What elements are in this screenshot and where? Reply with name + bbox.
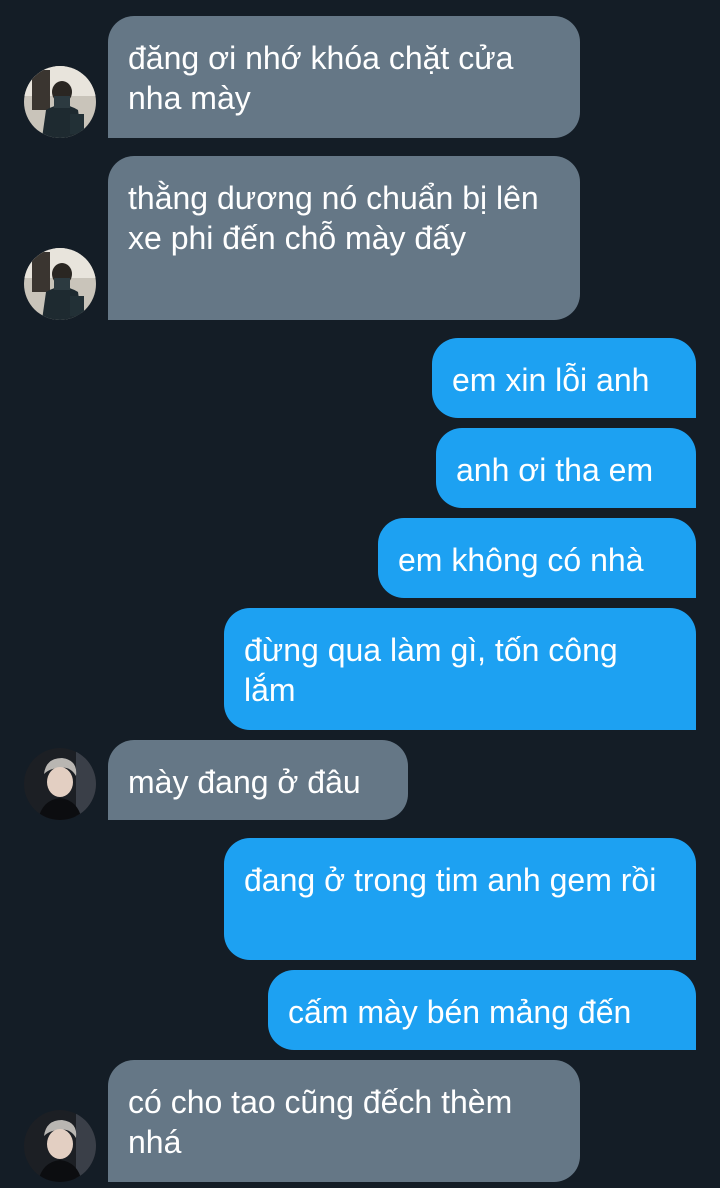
message-text: em không có nhà	[398, 542, 644, 578]
avatar-photo-a-icon	[24, 66, 96, 138]
message-text: thằng dương nó chuẩn bị lên xe phi đến c…	[128, 180, 539, 256]
incoming-message[interactable]: có cho tao cũng đếch thèm nhá	[108, 1060, 580, 1182]
outgoing-message[interactable]: cấm mày bén mảng đến	[268, 970, 696, 1050]
avatar-photo-b-icon	[24, 1110, 96, 1182]
message-text: mày đang ở đâu	[128, 764, 361, 800]
outgoing-message[interactable]: anh ơi tha em	[436, 428, 696, 508]
sender-avatar-b[interactable]	[24, 1110, 96, 1182]
incoming-message[interactable]: mày đang ở đâu	[108, 740, 408, 820]
message-text: đang ở trong tim anh gem rồi	[244, 862, 657, 898]
sender-avatar-a[interactable]	[24, 248, 96, 320]
outgoing-message[interactable]: em không có nhà	[378, 518, 696, 598]
message-text: đừng qua làm gì, tốn công lắm	[244, 632, 618, 708]
message-text: em xin lỗi anh	[452, 362, 650, 398]
message-text: đăng ơi nhớ khóa chặt cửa nha mày	[128, 40, 514, 116]
message-text: anh ơi tha em	[456, 452, 654, 488]
conversation-thread[interactable]: đăng ơi nhớ khóa chặt cửa nha mày thằng …	[0, 0, 720, 1188]
outgoing-message[interactable]: em xin lỗi anh	[432, 338, 696, 418]
incoming-message[interactable]: đăng ơi nhớ khóa chặt cửa nha mày	[108, 16, 580, 138]
outgoing-message[interactable]: đang ở trong tim anh gem rồi	[224, 838, 696, 960]
avatar-photo-a-icon	[24, 248, 96, 320]
outgoing-message[interactable]: đừng qua làm gì, tốn công lắm	[224, 608, 696, 730]
sender-avatar-b[interactable]	[24, 748, 96, 820]
incoming-message[interactable]: thằng dương nó chuẩn bị lên xe phi đến c…	[108, 156, 580, 320]
sender-avatar-a[interactable]	[24, 66, 96, 138]
avatar-photo-b-icon	[24, 748, 96, 820]
message-text: cấm mày bén mảng đến	[288, 994, 632, 1030]
message-text: có cho tao cũng đếch thèm nhá	[128, 1084, 513, 1160]
